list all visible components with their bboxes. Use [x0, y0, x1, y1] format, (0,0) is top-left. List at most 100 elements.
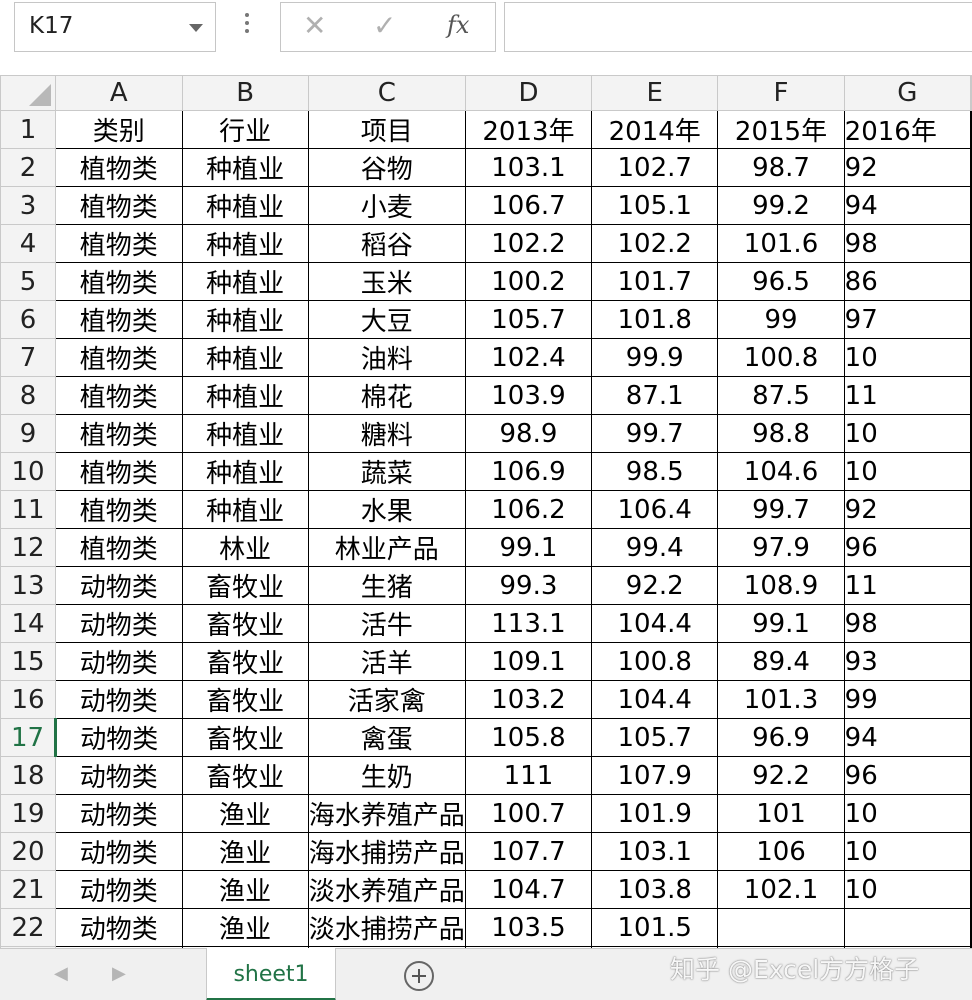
cell-c17[interactable]: 禽蛋: [307, 718, 466, 757]
cell-e19[interactable]: 101.9: [591, 794, 719, 833]
cell-f2[interactable]: 98.7: [717, 148, 845, 187]
cell-d11[interactable]: 106.2: [464, 490, 593, 529]
cell-f1[interactable]: 2015年: [717, 110, 845, 149]
scroll-right-icon[interactable]: ▶: [112, 963, 126, 984]
cell-h19[interactable]: [970, 794, 972, 833]
cell-f11[interactable]: 99.7: [717, 490, 845, 529]
scroll-left-icon[interactable]: ◀: [54, 963, 68, 984]
column-header-c[interactable]: C: [307, 75, 466, 111]
cell-e4[interactable]: 102.2: [591, 224, 719, 263]
cell-g11[interactable]: 92: [843, 490, 972, 529]
cell-g1[interactable]: 2016年: [843, 110, 972, 149]
row-header-17[interactable]: 17: [0, 718, 57, 757]
cell-h7[interactable]: [970, 338, 972, 377]
cell-c18[interactable]: 生奶: [307, 756, 466, 795]
cell-b16[interactable]: 畜牧业: [181, 680, 309, 719]
cell-b11[interactable]: 种植业: [181, 490, 309, 529]
cell-e16[interactable]: 104.4: [591, 680, 719, 719]
column-header-b[interactable]: B: [181, 75, 309, 111]
cell-f17[interactable]: 96.9: [717, 718, 845, 757]
cell-b10[interactable]: 种植业: [181, 452, 309, 491]
cell-e15[interactable]: 100.8: [591, 642, 719, 681]
cell-h17[interactable]: [970, 718, 972, 757]
cell-h4[interactable]: [970, 224, 972, 263]
cell-d16[interactable]: 103.2: [464, 680, 593, 719]
cell-a17[interactable]: 动物类: [54, 718, 183, 757]
cell-f4[interactable]: 101.6: [717, 224, 845, 263]
cell-f5[interactable]: 96.5: [717, 262, 845, 301]
cell-h6[interactable]: [970, 300, 972, 339]
cell-a6[interactable]: 植物类: [54, 300, 183, 339]
cell-g3[interactable]: 94: [843, 186, 972, 225]
cell-f3[interactable]: 99.2: [717, 186, 845, 225]
cell-f6[interactable]: 99: [717, 300, 845, 339]
cell-d10[interactable]: 106.9: [464, 452, 593, 491]
cell-a19[interactable]: 动物类: [54, 794, 183, 833]
cell-g22[interactable]: [843, 908, 972, 947]
row-header-20[interactable]: 20: [0, 832, 56, 871]
row-header-22[interactable]: 22: [0, 908, 56, 947]
cell-a20[interactable]: 动物类: [54, 832, 183, 871]
cell-e12[interactable]: 99.4: [591, 528, 719, 567]
cell-b19[interactable]: 渔业: [181, 794, 309, 833]
cell-b1[interactable]: 行业: [181, 110, 309, 149]
row-header-9[interactable]: 9: [0, 414, 56, 453]
cell-a1[interactable]: 类别: [54, 110, 183, 149]
cell-c21[interactable]: 淡水养殖产品: [307, 870, 466, 909]
row-header-2[interactable]: 2: [0, 148, 56, 187]
row-header-7[interactable]: 7: [0, 338, 56, 377]
cell-h2[interactable]: [970, 148, 972, 187]
cell-h12[interactable]: [970, 528, 972, 567]
cell-c2[interactable]: 谷物: [307, 148, 466, 187]
more-options-icon[interactable]: [240, 10, 254, 40]
cell-a16[interactable]: 动物类: [54, 680, 183, 719]
cell-h20[interactable]: [970, 832, 972, 871]
column-header-d[interactable]: D: [464, 75, 593, 111]
cell-g7[interactable]: 10: [843, 338, 972, 377]
column-header-h[interactable]: [970, 75, 972, 111]
cell-d19[interactable]: 100.7: [464, 794, 593, 833]
cell-f13[interactable]: 108.9: [717, 566, 845, 605]
cell-e21[interactable]: 103.8: [591, 870, 719, 909]
cell-b4[interactable]: 种植业: [181, 224, 309, 263]
sheet-tab-sheet1[interactable]: sheet1: [206, 948, 336, 1000]
cell-a21[interactable]: 动物类: [54, 870, 183, 909]
cell-c14[interactable]: 活牛: [307, 604, 466, 643]
cell-d9[interactable]: 98.9: [464, 414, 593, 453]
cell-a7[interactable]: 植物类: [54, 338, 183, 377]
cell-g2[interactable]: 92: [843, 148, 972, 187]
cell-d14[interactable]: 113.1: [464, 604, 593, 643]
cell-g16[interactable]: 99: [843, 680, 972, 719]
cell-g12[interactable]: 96: [843, 528, 972, 567]
cell-e5[interactable]: 101.7: [591, 262, 719, 301]
chevron-down-icon[interactable]: [189, 24, 203, 32]
cell-f7[interactable]: 100.8: [717, 338, 845, 377]
cell-b6[interactable]: 种植业: [181, 300, 309, 339]
cell-g5[interactable]: 86: [843, 262, 972, 301]
cell-c9[interactable]: 糖料: [307, 414, 466, 453]
column-header-a[interactable]: A: [54, 75, 183, 111]
cell-g6[interactable]: 97: [843, 300, 972, 339]
cell-f9[interactable]: 98.8: [717, 414, 845, 453]
cell-f14[interactable]: 99.1: [717, 604, 845, 643]
cell-d2[interactable]: 103.1: [464, 148, 593, 187]
cell-b14[interactable]: 畜牧业: [181, 604, 309, 643]
row-header-6[interactable]: 6: [0, 300, 56, 339]
cell-e22[interactable]: 101.5: [591, 908, 719, 947]
cell-b7[interactable]: 种植业: [181, 338, 309, 377]
enter-icon[interactable]: ✓: [373, 9, 396, 42]
cell-b9[interactable]: 种植业: [181, 414, 309, 453]
cell-g10[interactable]: 10: [843, 452, 972, 491]
cell-h14[interactable]: [970, 604, 972, 643]
cell-a12[interactable]: 植物类: [54, 528, 183, 567]
cell-c4[interactable]: 稻谷: [307, 224, 466, 263]
cell-e7[interactable]: 99.9: [591, 338, 719, 377]
add-sheet-icon[interactable]: [404, 961, 434, 991]
cell-e11[interactable]: 106.4: [591, 490, 719, 529]
cell-b8[interactable]: 种植业: [181, 376, 309, 415]
cell-e14[interactable]: 104.4: [591, 604, 719, 643]
cell-h10[interactable]: [970, 452, 972, 491]
cell-g4[interactable]: 98: [843, 224, 972, 263]
cell-e2[interactable]: 102.7: [591, 148, 719, 187]
cell-c1[interactable]: 项目: [307, 110, 466, 149]
